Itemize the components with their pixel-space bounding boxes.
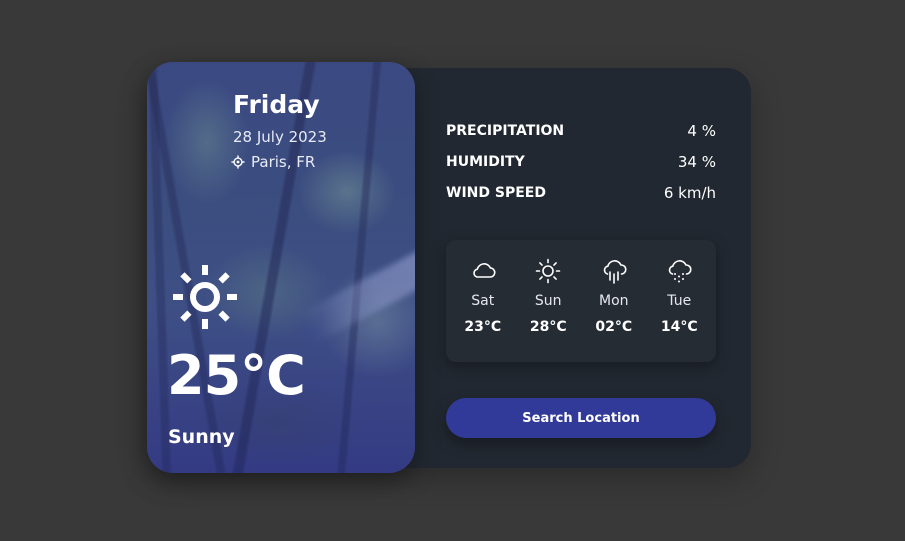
forecast-temperature: 23°C: [464, 319, 502, 335]
forecast-day-sat[interactable]: Sat 23°C: [453, 240, 513, 362]
cloud-icon: [473, 263, 496, 278]
forecast-temperature: 28°C: [529, 319, 567, 335]
search-location-button[interactable]: Search Location: [446, 398, 716, 438]
stat-label: HUMIDITY: [446, 154, 525, 170]
cloud-rain-icon: [603, 260, 627, 284]
sun-icon: [535, 258, 561, 284]
location: Paris, FR: [231, 153, 316, 171]
stat-wind-speed: WIND SPEED 6 km/h: [446, 182, 716, 213]
forecast-day-tue[interactable]: Tue 14°C: [649, 240, 709, 362]
cloud-drizzle-icon: [669, 260, 692, 283]
forecast-temperature: 14°C: [660, 319, 698, 335]
weather-condition: Sunny: [168, 426, 235, 448]
stat-humidity: HUMIDITY 34 %: [446, 151, 716, 182]
forecast-day-mon[interactable]: Mon 02°C: [584, 240, 644, 362]
stat-label: WIND SPEED: [446, 185, 546, 201]
day-name: Friday: [233, 90, 320, 119]
forecast-temperature: 02°C: [595, 319, 633, 335]
sun-icon: [173, 265, 237, 329]
location-label: Paris, FR: [251, 153, 316, 171]
date: 28 July 2023: [233, 128, 327, 146]
stat-value: 6 km/h: [663, 184, 716, 202]
stat-value: 34 %: [677, 153, 716, 171]
stat-label: PRECIPITATION: [446, 123, 565, 139]
weather-stats: PRECIPITATION 4 % HUMIDITY 34 % WIND SPE…: [446, 120, 716, 213]
forecast-day-label: Tue: [667, 293, 692, 309]
forecast-day-sun[interactable]: Sun 28°C: [518, 240, 578, 362]
current-temperature: 25°C: [167, 344, 306, 407]
stat-value: 4 %: [687, 122, 716, 140]
location-crosshair-icon: [231, 155, 245, 169]
hero-panel: Friday 28 July 2023 Paris, FR 25°C Sunny: [147, 62, 415, 473]
forecast-day-label: Mon: [598, 293, 629, 309]
stat-precipitation: PRECIPITATION 4 %: [446, 120, 716, 151]
forecast-panel: Sat 23°C Sun 28°C Mon 02°C Tue 14°C: [446, 240, 716, 362]
forecast-day-label: Sat: [471, 293, 495, 309]
forecast-day-label: Sun: [534, 293, 562, 309]
